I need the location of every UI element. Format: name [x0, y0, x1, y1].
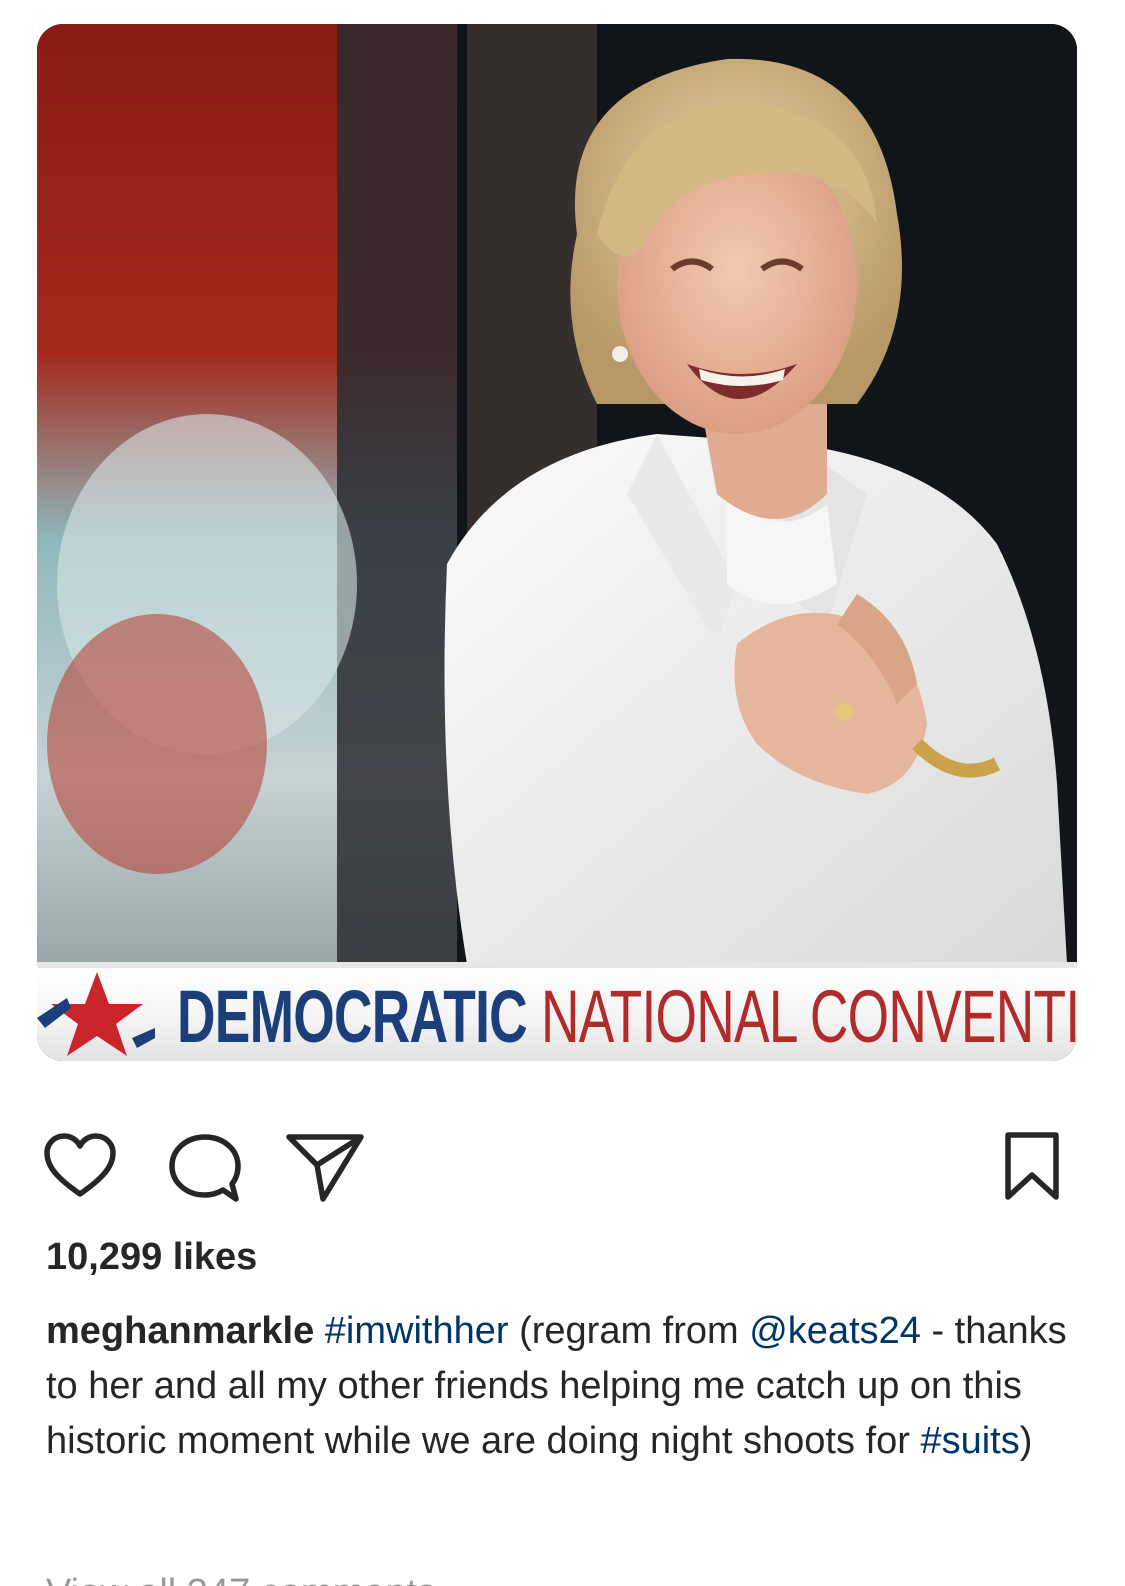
dnc-word-national-convention: NATIONAL CONVENTI [526, 975, 1077, 1058]
instagram-post: DEMOCRATIC NATIONAL CONVENTI 10,299 like… [0, 0, 1125, 1586]
heart-icon[interactable] [42, 1132, 118, 1200]
action-bar [0, 1125, 1125, 1205]
caption-username[interactable]: meghanmarkle [46, 1310, 314, 1352]
bookmark-icon[interactable] [1000, 1131, 1064, 1203]
star-logo-icon [37, 972, 155, 1056]
photo-illustration [37, 24, 1077, 964]
view-comments-link[interactable]: View all 347 comments [46, 1572, 436, 1586]
hashtag-suits[interactable]: #suits [920, 1420, 1019, 1462]
dnc-word-democratic: DEMOCRATIC [177, 975, 528, 1058]
caption: meghanmarkle #imwithher (regram from @ke… [46, 1304, 1086, 1469]
dnc-banner: DEMOCRATIC NATIONAL CONVENTI [37, 962, 1077, 1061]
likes-count[interactable]: 10,299 likes [46, 1236, 257, 1279]
post-photo[interactable]: DEMOCRATIC NATIONAL CONVENTI [37, 24, 1077, 1061]
mention-keats24[interactable]: @keats24 [749, 1310, 921, 1352]
hashtag-imwithher[interactable]: #imwithher [325, 1310, 509, 1352]
paper-plane-icon[interactable] [283, 1129, 367, 1205]
caption-text-1: (regram from [508, 1310, 750, 1352]
dnc-banner-text: DEMOCRATIC NATIONAL CONVENTI [177, 980, 1077, 1054]
caption-text-3: ) [1019, 1420, 1033, 1462]
comment-icon[interactable] [166, 1131, 244, 1207]
